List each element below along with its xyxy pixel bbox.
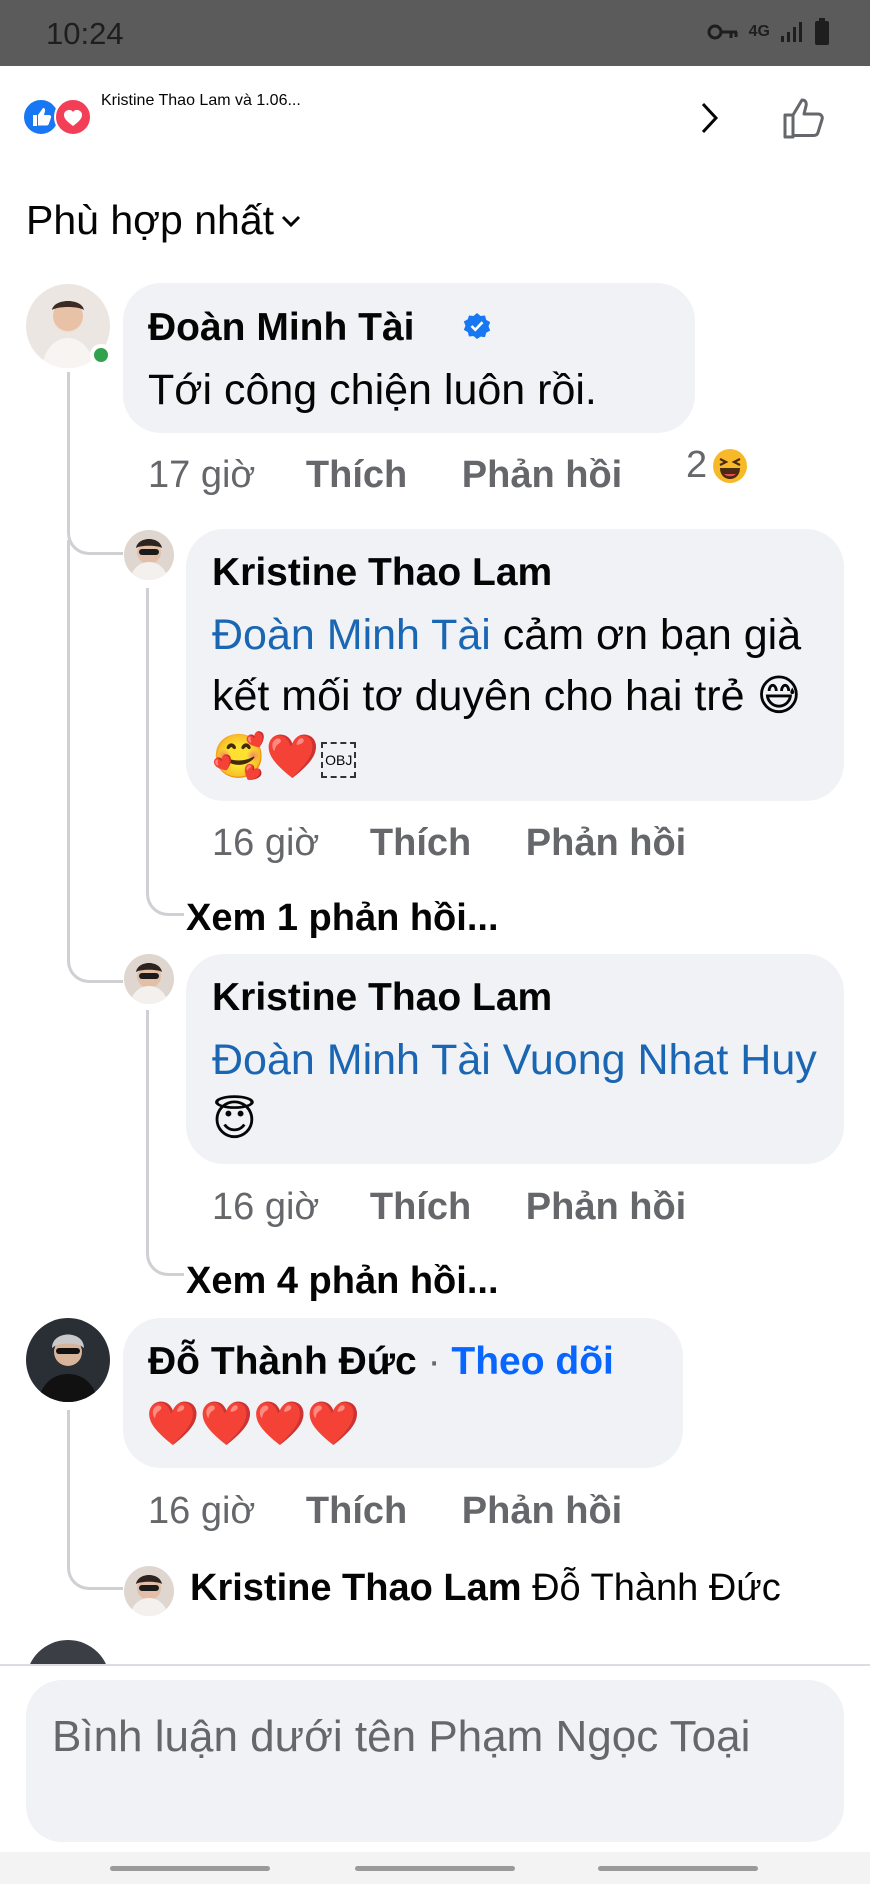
reply-comment-button[interactable]: Phản hồi [462,454,622,496]
verified-badge-icon [463,313,491,339]
chevron-right-icon[interactable] [698,100,722,136]
reply-preview-author[interactable]: Kristine Thao Lam [190,1567,522,1609]
reaction-count[interactable]: 2 [686,444,749,487]
view-more-replies[interactable]: Xem 4 phản hồi... [186,1260,499,1303]
follow-button[interactable]: Theo dõi [451,1340,613,1383]
chevron-down-icon [281,215,301,227]
thread-line [67,540,123,983]
avatar[interactable] [26,1318,110,1402]
comment-author[interactable]: Đoàn Minh Tài [148,306,415,350]
reply-time: 16 giờ [212,822,320,864]
reply-time: 16 giờ [212,1186,320,1228]
like-comment-button[interactable]: Thích [306,454,407,496]
view-more-replies[interactable]: Xem 1 phản hồi... [186,897,499,940]
vpn-key-icon [707,24,738,40]
avatar[interactable] [124,954,174,1004]
avatar[interactable] [124,1566,174,1616]
nav-pill[interactable] [598,1866,758,1871]
comment-text: ❤️❤️❤️❤️ [146,1400,361,1448]
nav-pill[interactable] [355,1866,515,1871]
comment-time: 16 giờ [148,1490,256,1532]
reply-text: Đoàn Minh Tài cảm ơn bạn già kết mối tơ … [212,605,832,788]
nav-pill[interactable] [110,1866,270,1871]
thread-line [67,1410,123,1590]
love-icon [54,98,92,136]
reply-text: Đoàn Minh Tài Vuong Nhat Huy 😇 [212,1030,832,1152]
comment-author[interactable]: Đỗ Thành Đức [148,1340,417,1383]
like-comment-button[interactable]: Thích [306,1490,407,1532]
avatar[interactable] [124,530,174,580]
mention-link[interactable]: Đoàn Minh Tài [212,611,491,659]
reply-author[interactable]: Kristine Thao Lam [212,976,552,1020]
battery-icon [815,18,829,45]
reply-actions: 16 giờ Thích Phản hồi [212,822,726,865]
comment-author-row: Đỗ Thành Đức · Theo dõi [148,1340,614,1383]
sort-dropdown[interactable]: Phù hợp nhất [26,197,302,244]
reaction-count-value: 2 [686,444,708,486]
like-reply-button[interactable]: Thích [370,1186,471,1228]
comment-text: Tới công chiện luôn rồi. [148,366,597,414]
sort-label: Phù hợp nhất [26,197,275,243]
thread-line [146,588,184,916]
reply-preview[interactable]: Kristine Thao Lam Đỗ Thành Đức [190,1567,781,1610]
reply-emojis: 😇 [212,1097,257,1145]
comment-input[interactable]: Bình luận dưới tên Phạm Ngọc Toại [26,1680,844,1842]
reply-actions: 16 giờ Thích Phản hồi [212,1186,726,1229]
thread-line [67,372,123,555]
reply-reply-button[interactable]: Phản hồi [526,822,686,864]
status-bar: 10:24 4G [0,0,870,66]
reply-reply-button[interactable]: Phản hồi [526,1186,686,1228]
system-icons: 4G [707,18,830,46]
network-type: 4G [748,23,770,40]
reaction-icons [22,98,94,136]
online-status-indicator [90,344,112,366]
comment-actions: 16 giờ Thích Phản hồi [148,1490,662,1533]
haha-icon [713,448,748,483]
status-time: 10:24 [46,16,124,51]
obj-placeholder: OBJ [321,741,357,778]
comment-actions: 17 giờ Thích Phản hồi [148,454,662,497]
reactions-summary[interactable]: Kristine Thao Lam và 1.06... [101,92,301,110]
like-reply-button[interactable]: Thích [370,822,471,864]
system-nav-bar [0,1852,870,1884]
reply-preview-text: Đỗ Thành Đức [532,1567,781,1609]
reply-author[interactable]: Kristine Thao Lam [212,551,552,595]
comment-time: 17 giờ [148,454,256,496]
like-button-icon[interactable] [782,96,828,140]
reply-comment-button[interactable]: Phản hồi [462,1490,622,1532]
thread-line [146,1010,184,1276]
signal-icon [781,22,802,42]
mention-link[interactable]: Đoàn Minh Tài Vuong Nhat Huy [212,1036,817,1084]
